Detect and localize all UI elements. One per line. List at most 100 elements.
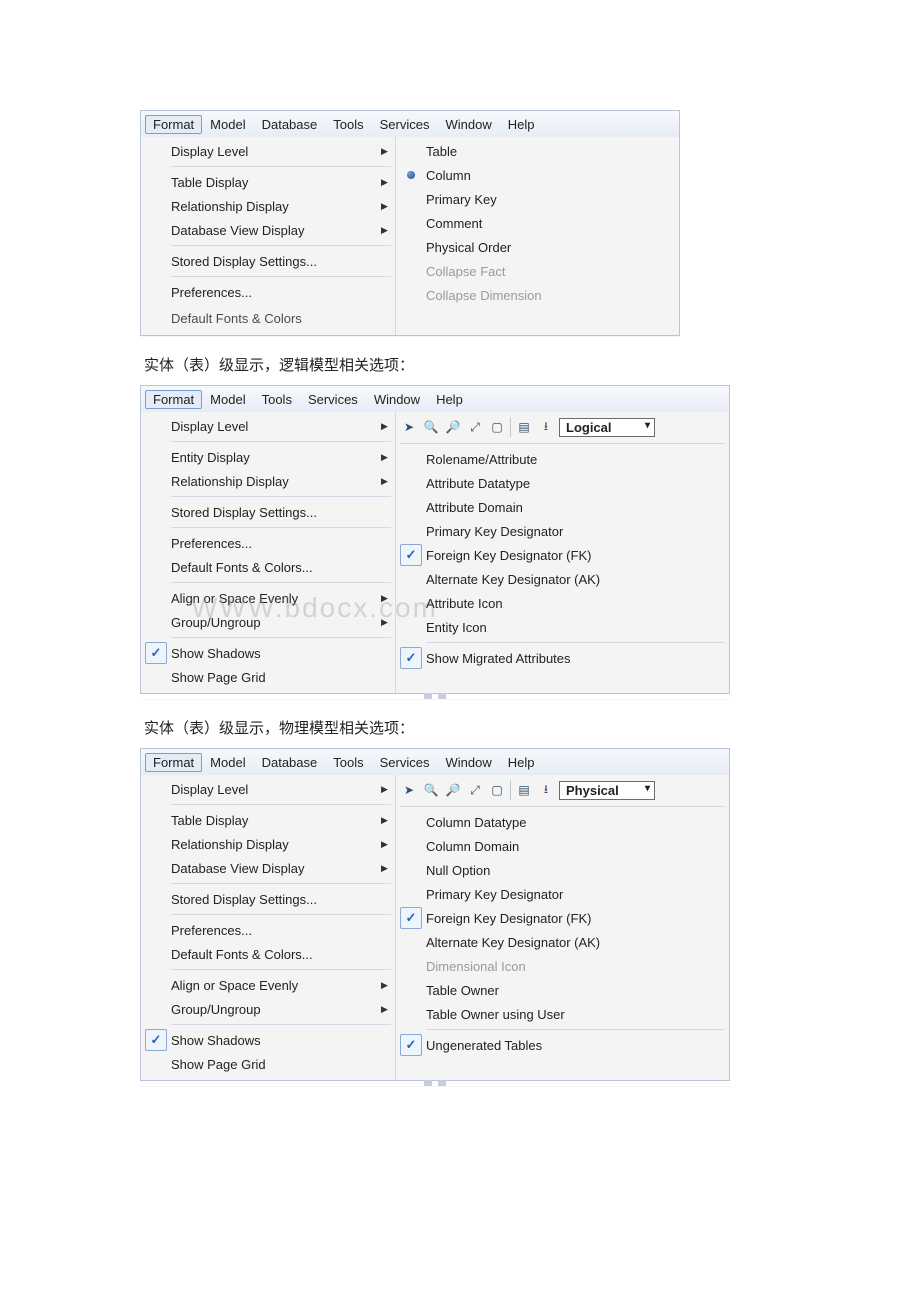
zoom-reset-icon[interactable]: ▢	[488, 418, 506, 436]
menu-services[interactable]: Services	[372, 753, 438, 772]
submenu-column-datatype[interactable]: Column Datatype	[396, 810, 729, 834]
model-type-combo[interactable]: Logical	[559, 418, 655, 437]
submenu-foreign-key-designator[interactable]: ✓Foreign Key Designator (FK)	[396, 906, 729, 930]
menu-services[interactable]: Services	[300, 390, 366, 409]
item-stored-display-settings[interactable]: Stored Display Settings...	[141, 249, 395, 273]
item-group-ungroup[interactable]: Group/Ungroup▶	[141, 610, 395, 634]
item-show-page-grid[interactable]: Show Page Grid	[141, 1052, 395, 1076]
item-show-shadows[interactable]: ✓Show Shadows	[141, 641, 395, 665]
item-relationship-display[interactable]: Relationship Display▶	[141, 469, 395, 493]
item-display-level[interactable]: Display Level▶	[141, 777, 395, 801]
checkmark-icon: ✓	[400, 907, 422, 929]
submenu-arrow-icon: ▶	[381, 863, 395, 874]
menu-help[interactable]: Help	[428, 390, 471, 409]
submenu-alternate-key-designator[interactable]: Alternate Key Designator (AK)	[396, 930, 729, 954]
submenu-ungenerated-tables[interactable]: ✓Ungenerated Tables	[396, 1033, 729, 1057]
submenu-collapse-dimension: Collapse Dimension	[396, 283, 679, 307]
submenu-table-owner[interactable]: Table Owner	[396, 978, 729, 1002]
item-show-shadows[interactable]: ✓Show Shadows	[141, 1028, 395, 1052]
zoom-fit-icon[interactable]: ⤢	[466, 418, 484, 436]
item-default-fonts-colors[interactable]: Default Fonts & Colors...	[141, 555, 395, 579]
submenu-show-migrated-attributes[interactable]: ✓Show Migrated Attributes	[396, 646, 729, 670]
stack-icon[interactable]: ▤	[515, 781, 533, 799]
item-relationship-display[interactable]: Relationship Display▶	[141, 832, 395, 856]
menu-window[interactable]: Window	[366, 390, 428, 409]
menu-model[interactable]: Model	[202, 115, 253, 134]
item-display-level[interactable]: Display Level▶	[141, 139, 395, 163]
submenu-attribute-icon[interactable]: Attribute Icon	[396, 591, 729, 615]
submenu-attribute-datatype[interactable]: Attribute Datatype	[396, 471, 729, 495]
toolbar: ➤ 🔍 🔎 ⤢ ▢ ▤ ⭳ Logical	[396, 414, 729, 440]
menu-format[interactable]: Format	[145, 115, 202, 134]
item-default-fonts-colors[interactable]: Default Fonts & Colors	[141, 306, 395, 330]
save-icon[interactable]: ⭳	[537, 781, 555, 799]
item-default-fonts-colors[interactable]: Default Fonts & Colors...	[141, 942, 395, 966]
zoom-icon[interactable]: 🔎	[444, 418, 462, 436]
pointer-icon[interactable]: ➤	[400, 418, 418, 436]
menubar: Format Model Tools Services Window Help	[140, 385, 730, 412]
submenu-comment[interactable]: Comment	[396, 211, 679, 235]
item-entity-display[interactable]: Entity Display▶	[141, 445, 395, 469]
menu-window[interactable]: Window	[437, 753, 499, 772]
menu-services[interactable]: Services	[372, 115, 438, 134]
item-stored-display-settings[interactable]: Stored Display Settings...	[141, 887, 395, 911]
menu-tools[interactable]: Tools	[325, 753, 371, 772]
caption-logical: 实体（表）级显示，逻辑模型相关选项：	[144, 354, 776, 375]
submenu-column[interactable]: Column	[396, 163, 679, 187]
menu-model[interactable]: Model	[202, 390, 253, 409]
save-icon[interactable]: ⭳	[537, 418, 555, 436]
zoom-in-icon[interactable]: 🔍	[422, 781, 440, 799]
stack-icon[interactable]: ▤	[515, 418, 533, 436]
menu-database[interactable]: Database	[254, 753, 326, 772]
submenu-table-owner-using-user[interactable]: Table Owner using User	[396, 1002, 729, 1026]
item-align-space-evenly[interactable]: Align or Space Evenly▶	[141, 973, 395, 997]
format-dropdown: Display Level▶ Entity Display▶ Relations…	[141, 412, 395, 693]
menu-database[interactable]: Database	[254, 115, 326, 134]
pointer-icon[interactable]: ➤	[400, 781, 418, 799]
item-database-view-display[interactable]: Database View Display▶	[141, 218, 395, 242]
menu-tools[interactable]: Tools	[254, 390, 300, 409]
submenu-primary-key-designator[interactable]: Primary Key Designator	[396, 519, 729, 543]
item-group-ungroup[interactable]: Group/Ungroup▶	[141, 997, 395, 1021]
submenu-table[interactable]: Table	[396, 139, 679, 163]
item-table-display[interactable]: Table Display▶	[141, 170, 395, 194]
submenu-physical-order[interactable]: Physical Order	[396, 235, 679, 259]
item-database-view-display[interactable]: Database View Display▶	[141, 856, 395, 880]
menu-help[interactable]: Help	[500, 753, 543, 772]
model-type-combo[interactable]: Physical	[559, 781, 655, 800]
item-preferences[interactable]: Preferences...	[141, 531, 395, 555]
submenu-column-domain[interactable]: Column Domain	[396, 834, 729, 858]
item-preferences[interactable]: Preferences...	[141, 280, 395, 304]
item-preferences[interactable]: Preferences...	[141, 918, 395, 942]
item-align-space-evenly[interactable]: Align or Space Evenly▶	[141, 586, 395, 610]
submenu-attribute-domain[interactable]: Attribute Domain	[396, 495, 729, 519]
item-stored-display-settings[interactable]: Stored Display Settings...	[141, 500, 395, 524]
item-table-display[interactable]: Table Display▶	[141, 808, 395, 832]
menu-format[interactable]: Format	[145, 753, 202, 772]
submenu-rolename-attribute[interactable]: Rolename/Attribute	[396, 447, 729, 471]
zoom-icon[interactable]: 🔎	[444, 781, 462, 799]
zoom-reset-icon[interactable]: ▢	[488, 781, 506, 799]
screenshot-2: Format Model Tools Services Window Help …	[140, 385, 730, 699]
submenu-entity-icon[interactable]: Entity Icon	[396, 615, 729, 639]
submenu-null-option[interactable]: Null Option	[396, 858, 729, 882]
zoom-fit-icon[interactable]: ⤢	[466, 781, 484, 799]
item-display-level[interactable]: Display Level▶	[141, 414, 395, 438]
menu-model[interactable]: Model	[202, 753, 253, 772]
cut-indicator	[140, 1080, 730, 1086]
item-show-page-grid[interactable]: Show Page Grid	[141, 665, 395, 689]
submenu-primary-key-designator[interactable]: Primary Key Designator	[396, 882, 729, 906]
menu-help[interactable]: Help	[500, 115, 543, 134]
menu-tools[interactable]: Tools	[325, 115, 371, 134]
submenu-arrow-icon: ▶	[381, 177, 395, 188]
display-level-submenu: Table Column Primary Key Comment Physica…	[395, 137, 679, 335]
submenu-arrow-icon: ▶	[381, 476, 395, 487]
submenu-foreign-key-designator[interactable]: ✓Foreign Key Designator (FK)	[396, 543, 729, 567]
menu-window[interactable]: Window	[437, 115, 499, 134]
menu-format[interactable]: Format	[145, 390, 202, 409]
submenu-primary-key[interactable]: Primary Key	[396, 187, 679, 211]
submenu-arrow-icon: ▶	[381, 617, 395, 628]
item-relationship-display[interactable]: Relationship Display▶	[141, 194, 395, 218]
submenu-alternate-key-designator[interactable]: Alternate Key Designator (AK)	[396, 567, 729, 591]
zoom-in-icon[interactable]: 🔍	[422, 418, 440, 436]
